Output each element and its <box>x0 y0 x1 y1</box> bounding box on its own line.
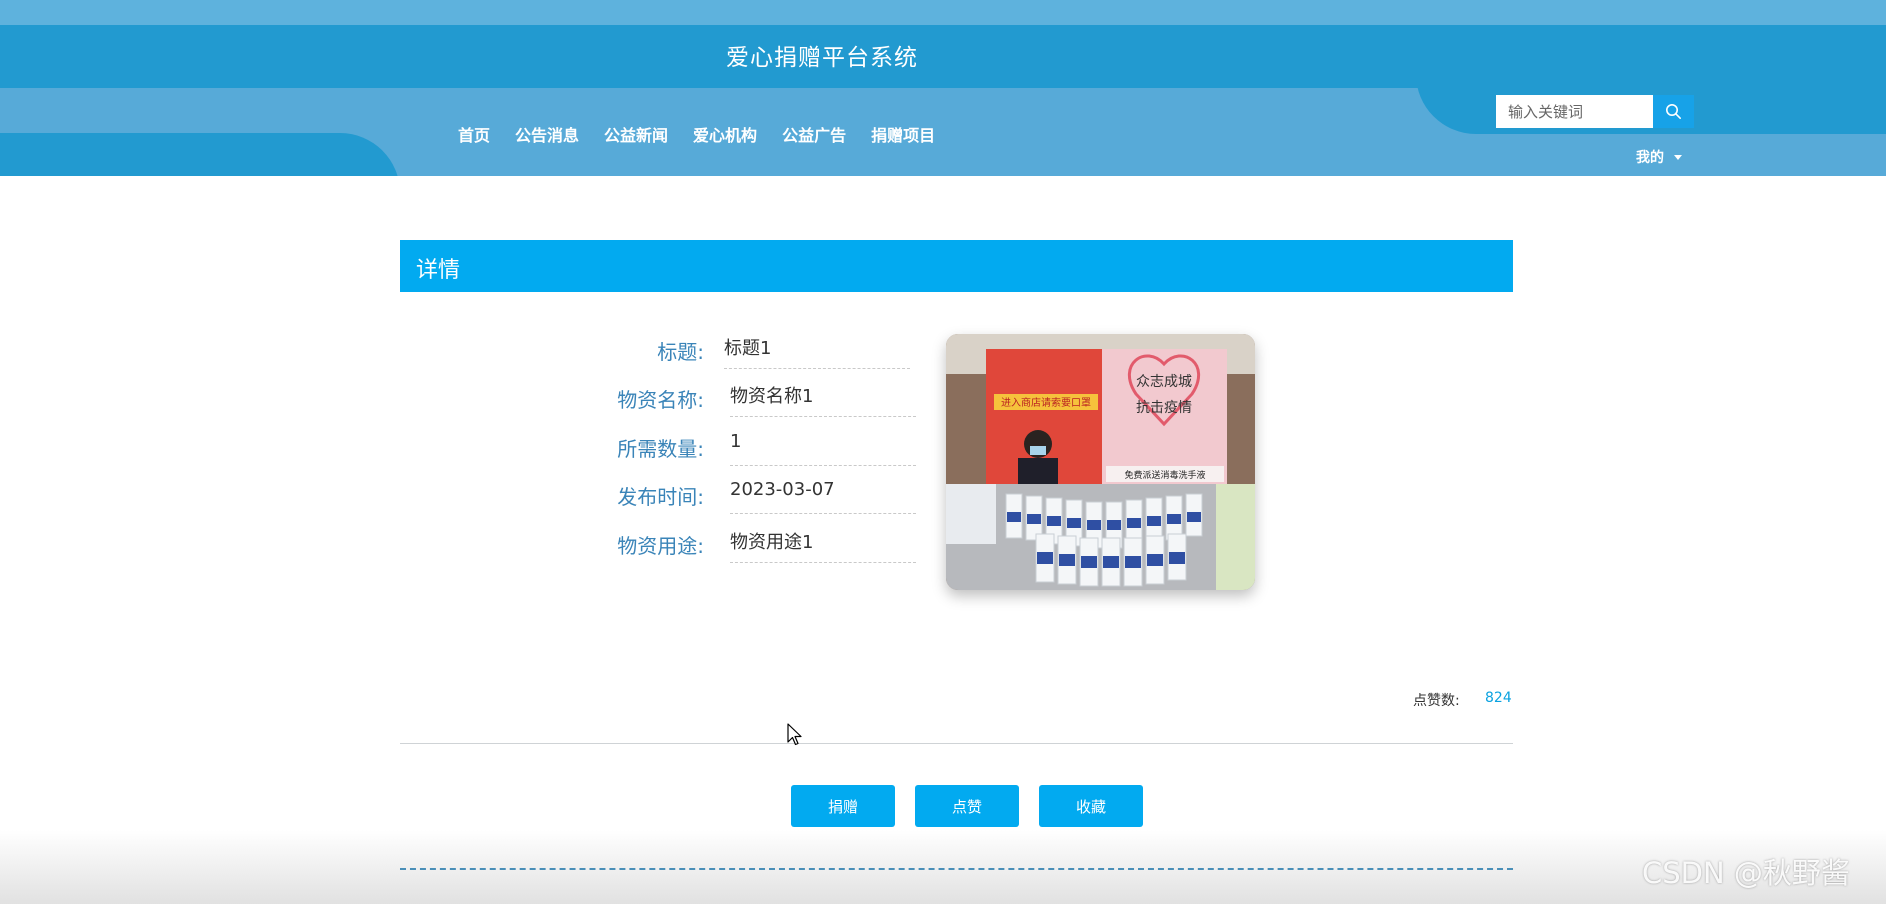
detail-header-bar: 详情 <box>400 240 1513 292</box>
likes-label: 点赞数: <box>1413 693 1460 709</box>
field-label-quantity: 所需数量: <box>617 437 704 461</box>
poster-right-line2: 抗击疫情 <box>1136 400 1192 416</box>
favorite-button[interactable]: 收藏 <box>1039 785 1143 827</box>
search-icon <box>1666 104 1681 119</box>
field-value-title: 标题1 <box>724 334 910 369</box>
site-title: 爱心捐赠平台系统 <box>726 45 918 71</box>
poster-right-line1: 众志成城 <box>1136 374 1192 390</box>
search-button[interactable] <box>1653 95 1694 128</box>
site-header: 爱心捐赠平台系统 首页 公告消息 公益新闻 爱心机构 公益广告 捐赠项目 我的 <box>0 0 1886 176</box>
item-photo: 进入商店请索要口罩 众志成城 抗击疫情 免费派送消毒洗手液 <box>946 334 1255 590</box>
user-menu[interactable]: 我的 <box>1636 147 1682 167</box>
search-box <box>1496 95 1694 128</box>
field-value-quantity: 1 <box>730 431 916 466</box>
header-decor-left <box>0 133 400 176</box>
item-photo-illustration: 进入商店请索要口罩 众志成城 抗击疫情 免费派送消毒洗手液 <box>946 334 1255 590</box>
likes-count: 824 <box>1485 690 1512 706</box>
search-input[interactable] <box>1496 95 1653 128</box>
nav-item-home[interactable]: 首页 <box>458 122 490 146</box>
nav-item-organizations[interactable]: 爱心机构 <box>693 122 757 146</box>
user-menu-label: 我的 <box>1636 150 1664 166</box>
mouse-cursor-icon <box>787 723 803 751</box>
donate-button[interactable]: 捐赠 <box>791 785 895 827</box>
caret-down-icon <box>1674 154 1682 160</box>
field-label-publish-date: 发布时间: <box>617 485 704 509</box>
like-button[interactable]: 点赞 <box>915 785 1019 827</box>
detail-heading: 详情 <box>416 258 461 283</box>
field-label-title: 标题: <box>657 340 704 364</box>
nav-item-news[interactable]: 公益新闻 <box>604 122 668 146</box>
footer-fade <box>0 830 1886 904</box>
nav-item-announcements[interactable]: 公告消息 <box>515 122 579 146</box>
header-top-strip <box>0 0 1886 25</box>
section-dashed-divider <box>400 868 1513 870</box>
main-nav: 首页 公告消息 公益新闻 爱心机构 公益广告 捐赠项目 <box>458 122 935 146</box>
field-value-item-name: 物资名称1 <box>730 382 916 417</box>
watermark: CSDN @秋野酱 <box>1642 856 1850 890</box>
field-value-publish-date: 2023-03-07 <box>730 479 916 514</box>
content-divider <box>400 743 1513 744</box>
poster-left-text: 进入商店请索要口罩 <box>1001 396 1091 409</box>
field-label-item-name: 物资名称: <box>617 388 704 412</box>
field-value-usage: 物资用途1 <box>730 528 916 563</box>
poster-right-bottom: 免费派送消毒洗手液 <box>1124 469 1205 481</box>
nav-item-donation-projects[interactable]: 捐赠项目 <box>871 122 935 146</box>
field-label-usage: 物资用途: <box>617 534 704 558</box>
nav-item-ads[interactable]: 公益广告 <box>782 122 846 146</box>
